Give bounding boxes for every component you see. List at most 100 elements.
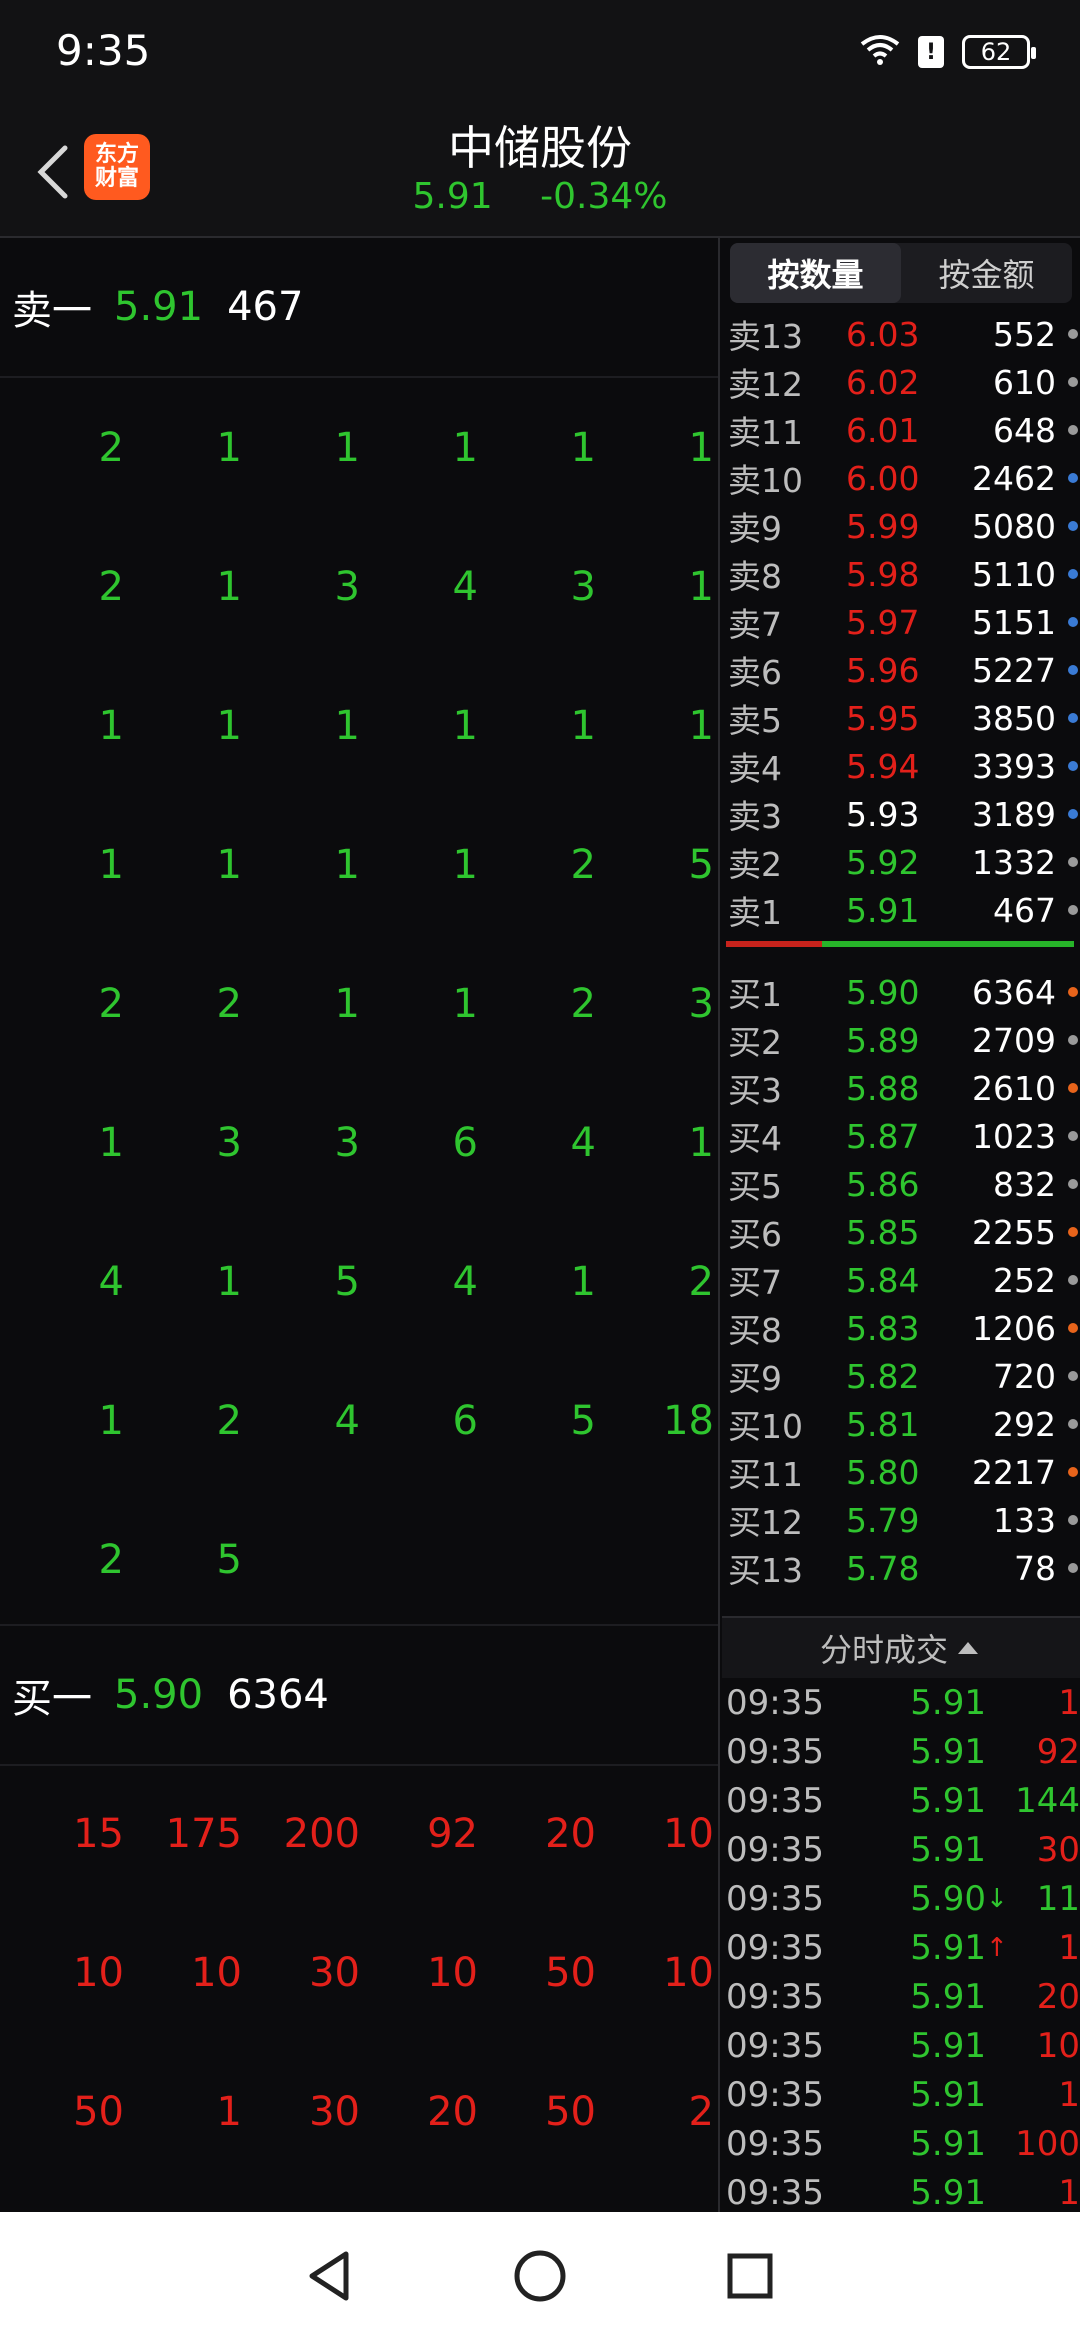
ask-level-price: 6.03 [846, 314, 920, 354]
stock-change: -0.34% [540, 176, 668, 217]
bid-level-marker [1056, 1131, 1078, 1141]
bid-book-row[interactable]: 买7 5.84 252 [722, 1256, 1080, 1304]
bid-book-row[interactable]: 买9 5.82 720 [722, 1352, 1080, 1400]
dot-icon [1068, 1467, 1078, 1477]
bid-level-label: 买10 [728, 1407, 803, 1446]
bid-queue-cell: 50 [545, 2088, 596, 2135]
bid-level-volume: 78 [1014, 1548, 1056, 1588]
alert-icon: ! [918, 36, 944, 68]
ask-queue-cell: 6 [452, 1397, 478, 1444]
bid-book-row[interactable]: 买13 5.78 78 [722, 1544, 1080, 1592]
ask-queue-cell: 3 [334, 1119, 360, 1166]
trade-row: 09:35 5.91 144 [722, 1776, 1080, 1825]
bid-level-label: 买11 [728, 1455, 803, 1494]
ask1-label: 卖一 [12, 288, 92, 334]
ask1-header[interactable]: 卖一 5.91 467 [0, 238, 718, 378]
bid-level-volume: 832 [993, 1164, 1056, 1204]
trade-time: 09:35 [726, 1927, 824, 1968]
ask-queue-cell: 1 [98, 1397, 124, 1444]
ask-book-row[interactable]: 卖7 5.97 5151 [722, 598, 1080, 646]
trades-header[interactable]: 分时成交 [722, 1616, 1080, 1678]
bid-level-marker [1056, 1515, 1078, 1525]
ask-queue-cell: 2 [570, 841, 596, 888]
bid-queue-row: 50 1 30 20 50 2 [0, 2042, 718, 2181]
dot-icon [1068, 761, 1078, 771]
ask-level-volume: 552 [993, 314, 1056, 354]
ask-queue-row: 2 1 3 4 3 1 [0, 517, 718, 656]
status-time: 9:35 [56, 26, 151, 75]
bid-book-row[interactable]: 买6 5.85 2255 [722, 1208, 1080, 1256]
ask-level-marker [1056, 809, 1078, 819]
trade-time: 09:35 [726, 1829, 824, 1870]
ask-level-marker [1056, 713, 1078, 723]
trade-time: 09:35 [726, 1731, 824, 1772]
ask-book-row[interactable]: 卖2 5.92 1332 [722, 838, 1080, 886]
bid-queue-cell: 10 [663, 1810, 714, 1857]
bid-queue-cell: 20 [545, 1810, 596, 1857]
bid-book-row[interactable]: 买3 5.88 2610 [722, 1064, 1080, 1112]
ask-level-price: 6.00 [846, 458, 920, 498]
ask-queue-cell: 5 [334, 1258, 360, 1305]
trade-volume: 11 [1036, 1878, 1080, 1919]
ask-level-volume: 5227 [972, 650, 1056, 690]
ask-level-marker [1056, 473, 1078, 483]
dot-icon [1068, 377, 1078, 387]
bid-level-price: 5.84 [846, 1260, 920, 1300]
bid-level-volume: 2610 [972, 1068, 1056, 1108]
header: 东方 财富 中储股份 5.91 -0.34% [0, 104, 1080, 238]
bid-book-row[interactable]: 买11 5.80 2217 [722, 1448, 1080, 1496]
ask-level-price: 5.99 [846, 506, 920, 546]
bid-book-row[interactable]: 买10 5.81 292 [722, 1400, 1080, 1448]
ask-book-row[interactable]: 卖8 5.98 5110 [722, 550, 1080, 598]
ask-book-row[interactable]: 卖10 6.00 2462 [722, 454, 1080, 502]
nav-home-button[interactable] [510, 2246, 570, 2306]
bid-book-row[interactable]: 买8 5.83 1206 [722, 1304, 1080, 1352]
ask-book-row[interactable]: 卖12 6.02 610 [722, 358, 1080, 406]
ask-level-marker [1056, 617, 1078, 627]
ask-book-row[interactable]: 卖3 5.93 3189 [722, 790, 1080, 838]
ask-book-row[interactable]: 卖5 5.95 3850 [722, 694, 1080, 742]
bid-book-row[interactable]: 买4 5.87 1023 [722, 1112, 1080, 1160]
bid-level-marker [1056, 1467, 1078, 1477]
dot-icon [1068, 569, 1078, 579]
ask-level-label: 卖8 [728, 557, 782, 596]
nav-back-button[interactable] [300, 2246, 360, 2306]
ask-book-row[interactable]: 卖11 6.01 648 [722, 406, 1080, 454]
ask-level-price: 5.97 [846, 602, 920, 642]
ask-book-row[interactable]: 卖4 5.94 3393 [722, 742, 1080, 790]
ask-book-row[interactable]: 卖1 5.91 467 [722, 886, 1080, 934]
ask-level-label: 卖9 [728, 509, 782, 548]
bid-level-label: 买12 [728, 1503, 803, 1542]
bid-book-row[interactable]: 买1 5.90 6364 [722, 968, 1080, 1016]
ask-level-volume: 648 [993, 410, 1056, 450]
ask-level-price: 6.01 [846, 410, 920, 450]
ask-level-volume: 610 [993, 362, 1056, 402]
bid-level-volume: 2217 [972, 1452, 1056, 1492]
ask-queue-row: 2 1 1 1 1 1 [0, 378, 718, 517]
bid-level-volume: 292 [993, 1404, 1056, 1444]
nav-recents-button[interactable] [720, 2246, 780, 2306]
circle-home-icon [514, 2250, 566, 2302]
bid-book-row[interactable]: 买2 5.89 2709 [722, 1016, 1080, 1064]
ask-level-price: 5.96 [846, 650, 920, 690]
ask-queue-cell: 2 [98, 563, 124, 610]
ask-book-row[interactable]: 卖13 6.03 552 [722, 310, 1080, 358]
bid-book-row[interactable]: 买12 5.79 133 [722, 1496, 1080, 1544]
bid1-header[interactable]: 买一 5.90 6364 [0, 1624, 718, 1766]
ask-book-row[interactable]: 卖6 5.96 5227 [722, 646, 1080, 694]
ask-level-price: 5.91 [846, 890, 920, 930]
tab-by-amount[interactable]: 按金额 [901, 243, 1072, 303]
bid-book-row[interactable]: 买5 5.86 832 [722, 1160, 1080, 1208]
ask-queue-cell: 1 [452, 980, 478, 1027]
ask-queue-row: 4 1 5 4 1 2 [0, 1212, 718, 1351]
ask-level-price: 5.92 [846, 842, 920, 882]
bid-level-marker [1056, 1083, 1078, 1093]
trade-row: 09:35 5.91 92 [722, 1727, 1080, 1776]
ask-level-marker [1056, 857, 1078, 867]
trade-time: 09:35 [726, 1682, 824, 1723]
bid-level-price: 5.86 [846, 1164, 920, 1204]
tab-by-volume[interactable]: 按数量 [730, 243, 901, 303]
ask-book-row[interactable]: 卖9 5.99 5080 [722, 502, 1080, 550]
status-bar: 9:35 ! 62 [0, 0, 1080, 104]
ask-queue-cell: 2 [98, 980, 124, 1027]
